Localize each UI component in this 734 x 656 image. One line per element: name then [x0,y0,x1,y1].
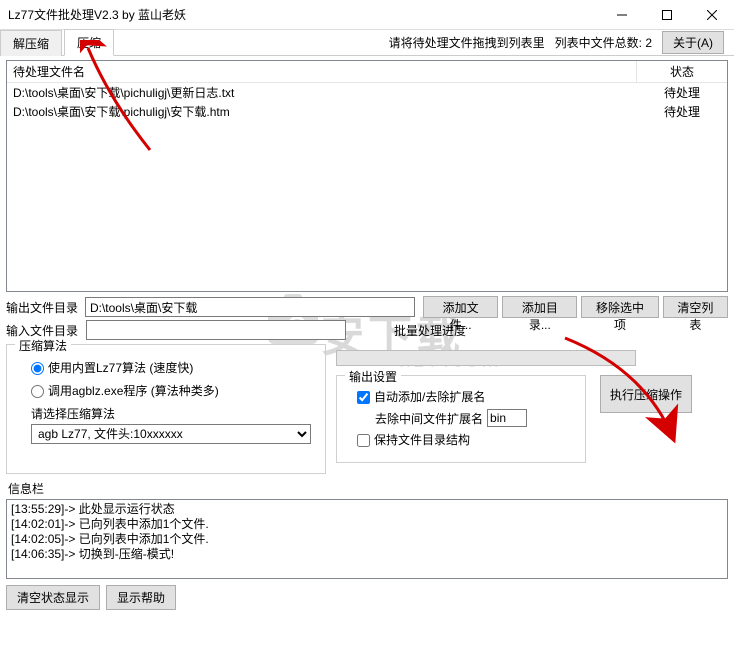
info-label: 信息栏 [8,480,728,497]
tab-bar: 解压缩 压缩 [0,30,116,55]
about-button[interactable]: 关于(A) [662,31,724,54]
indir-input[interactable] [86,320,346,340]
show-help-button[interactable]: 显示帮助 [106,585,176,610]
add-file-button[interactable]: 添加文件... [423,296,498,318]
count-label: 列表中文件总数: 2 [555,34,652,51]
tab-decompress[interactable]: 解压缩 [0,30,62,56]
output-settings-title: 输出设置 [345,368,401,385]
file-list[interactable]: 待处理文件名 状态 D:\tools\桌面\安下载\pichuligj\更新日志… [6,60,728,292]
maximize-button[interactable] [644,0,689,29]
outdir-input[interactable] [85,297,415,317]
execute-button[interactable]: 执行压缩操作 [600,375,692,413]
output-settings-group: 输出设置 自动添加/去除扩展名 去除中间文件扩展名 保持文件目录结构 [336,375,586,463]
algo-builtin-radio[interactable]: 使用内置Lz77算法 (速度快) [31,359,315,376]
algo-select-hint: 请选择压缩算法 [31,405,315,422]
progress-label: 批量处理进度 [394,322,466,339]
clear-list-button[interactable]: 清空列表 [663,296,728,318]
keep-struct-checkbox[interactable]: 保持文件目录结构 [357,431,575,448]
add-dir-button[interactable]: 添加目录... [502,296,577,318]
outdir-label: 输出文件目录 [6,299,81,316]
algo-select[interactable]: agb Lz77, 文件头:10xxxxxx [31,424,311,444]
list-item[interactable]: D:\tools\桌面\安下载\pichuligj\安下载.htm 待处理 [7,102,727,121]
algorithm-group: 压缩算法 使用内置Lz77算法 (速度快) 调用agblz.exe程序 (算法种… [6,344,326,474]
close-button[interactable] [689,0,734,29]
minimize-button[interactable] [599,0,644,29]
algorithm-title: 压缩算法 [15,337,71,354]
info-box[interactable]: [13:55:29]-> 此处显示运行状态 [14:02:01]-> 已向列表中… [6,499,728,579]
algo-agblz-radio[interactable]: 调用agblz.exe程序 (算法种类多) [31,382,315,399]
ext-input[interactable] [487,409,527,427]
window-title: Lz77文件批处理V2.3 by 蓝山老妖 [8,6,599,23]
title-bar: Lz77文件批处理V2.3 by 蓝山老妖 [0,0,734,30]
progress-bar [336,350,636,366]
column-status[interactable]: 状态 [637,61,727,82]
clear-status-button[interactable]: 清空状态显示 [6,585,100,610]
tab-compress[interactable]: 压缩 [64,29,114,56]
list-item[interactable]: D:\tools\桌面\安下载\pichuligj\更新日志.txt 待处理 [7,83,727,102]
auto-ext-checkbox[interactable]: 自动添加/去除扩展名 [357,388,575,405]
column-filename[interactable]: 待处理文件名 [7,61,637,82]
remove-selected-button[interactable]: 移除选中项 [581,296,658,318]
drag-hint: 请将待处理文件拖拽到列表里 [389,34,545,51]
remove-mid-label: 去除中间文件扩展名 [375,410,483,427]
indir-label: 输入文件目录 [6,322,82,339]
